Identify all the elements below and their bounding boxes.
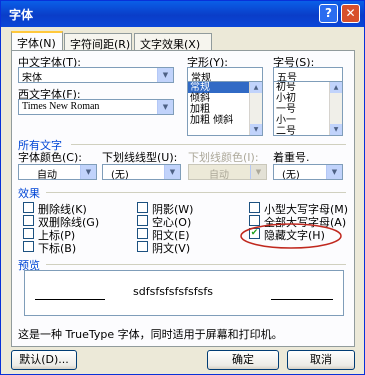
checkbox-box[interactable] bbox=[23, 202, 34, 213]
chinese-font-combo[interactable]: 宋体 ▼ bbox=[18, 67, 174, 84]
checkbox-box[interactable] bbox=[23, 215, 34, 226]
preview-sample-text: sdfsfsfsfsfsfsfs bbox=[133, 285, 213, 298]
title-bar: 字体 ? ✕ bbox=[1, 1, 364, 27]
emphasis-mark-value: (无) bbox=[282, 170, 300, 181]
western-font-combo[interactable]: Times New Roman ▼ bbox=[18, 99, 174, 115]
underline-color-label: 下划线颜色(I): bbox=[188, 151, 259, 164]
window-title: 字体 bbox=[9, 8, 34, 22]
preview-note: 这是一种 TrueType 字体，同时适用于屏幕和打印机。 bbox=[18, 328, 283, 341]
font-color-combo[interactable]: 自动 ▼ bbox=[18, 164, 97, 181]
divider bbox=[46, 192, 346, 193]
checkbox-box[interactable] bbox=[137, 241, 148, 252]
checkbox-box[interactable] bbox=[249, 202, 260, 213]
close-icon: ✕ bbox=[345, 6, 356, 20]
font-dialog: 字体 ? ✕ 字体(N) 字符间距(R) 文字效果(X) 中文字体(T): 宋体… bbox=[0, 0, 365, 375]
checkbox-box[interactable] bbox=[137, 228, 148, 239]
chevron-down-icon[interactable]: ▼ bbox=[80, 165, 96, 179]
western-font-value: Times New Roman bbox=[22, 101, 100, 112]
chevron-down-icon: ▼ bbox=[250, 165, 266, 179]
underline-style-combo[interactable]: (无) ▼ bbox=[102, 164, 181, 181]
checkbox-box[interactable] bbox=[23, 228, 34, 239]
scroll-up-icon[interactable]: ▲ bbox=[250, 82, 262, 93]
preview-baseline-left bbox=[35, 299, 105, 300]
cancel-button[interactable]: 取消 bbox=[287, 350, 355, 370]
default-button[interactable]: 默认(D)... bbox=[11, 350, 77, 370]
preview-box: sdfsfsfsfsfsfsfs bbox=[24, 270, 344, 316]
tab-font[interactable]: 字体(N) bbox=[11, 31, 63, 51]
tab-text-effects[interactable]: 文字效果(X) bbox=[134, 33, 212, 51]
divider bbox=[71, 144, 346, 145]
ok-button[interactable]: 确定 bbox=[207, 350, 279, 370]
close-button[interactable]: ✕ bbox=[341, 4, 360, 23]
scroll-up-icon[interactable]: ▲ bbox=[330, 82, 342, 93]
effects-section-title: 效果 bbox=[18, 187, 40, 200]
divider bbox=[46, 264, 346, 265]
font-style-list[interactable]: 常规 倾斜 加粗 加粗 倾斜 ▲ ▼ bbox=[187, 81, 263, 136]
highlight-circle bbox=[240, 223, 342, 249]
underline-style-value: (无) bbox=[111, 170, 129, 181]
chinese-font-value: 宋体 bbox=[22, 73, 42, 84]
chevron-down-icon[interactable]: ▼ bbox=[164, 165, 180, 179]
checkbox-box[interactable] bbox=[137, 215, 148, 226]
scrollbar[interactable]: ▲ ▼ bbox=[249, 82, 262, 135]
scrollbar[interactable]: ▲ ▼ bbox=[329, 82, 342, 135]
checkbox-box[interactable] bbox=[137, 202, 148, 213]
scroll-down-icon[interactable]: ▼ bbox=[250, 124, 262, 135]
checkbox-box[interactable] bbox=[23, 241, 34, 252]
emphasis-mark-combo[interactable]: (无) ▼ bbox=[273, 164, 343, 181]
preview-baseline-right bbox=[271, 299, 333, 300]
chevron-down-icon[interactable]: ▼ bbox=[157, 68, 173, 82]
underline-color-value: 自动 bbox=[209, 170, 229, 181]
emphasis-mark-label: 着重号. bbox=[273, 151, 310, 164]
underline-style-label: 下划线线型(U): bbox=[102, 151, 178, 164]
font-size-list[interactable]: 初号 小初 一号 小一 二号 ▲ ▼ bbox=[273, 81, 343, 136]
font-color-value: 自动 bbox=[37, 170, 57, 181]
tab-character-spacing[interactable]: 字符间距(R) bbox=[64, 33, 132, 51]
help-button[interactable]: ? bbox=[319, 4, 338, 23]
scroll-down-icon[interactable]: ▼ bbox=[330, 124, 342, 135]
chevron-down-icon[interactable]: ▼ bbox=[326, 165, 342, 179]
underline-color-combo: 自动 ▼ bbox=[188, 164, 267, 181]
chevron-down-icon[interactable]: ▼ bbox=[157, 100, 173, 114]
font-color-label: 字体颜色(C): bbox=[18, 151, 82, 164]
